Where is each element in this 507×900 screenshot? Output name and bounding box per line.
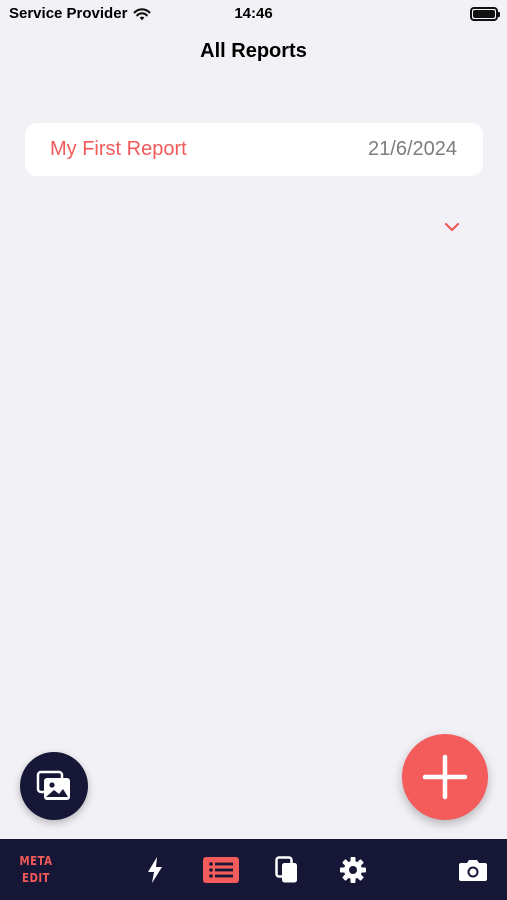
tab-settings[interactable]: [336, 839, 370, 900]
tab-quick-actions[interactable]: [137, 839, 173, 900]
gallery-button[interactable]: [20, 752, 88, 820]
report-list-item[interactable]: My First Report 21/6/2024: [25, 123, 483, 176]
status-time: 14:46: [234, 5, 273, 22]
logo-line-1: META: [19, 854, 53, 868]
photo-gallery-icon: [36, 770, 70, 800]
chevron-down-icon[interactable]: [442, 219, 462, 235]
tab-copy[interactable]: [270, 839, 304, 900]
battery-icon: [470, 7, 500, 21]
status-bar: Service Provider 14:46: [0, 0, 507, 28]
list-icon: [203, 856, 239, 883]
bottom-tab-bar: META EDIT: [0, 839, 507, 900]
camera-icon: [459, 859, 487, 881]
add-report-button[interactable]: [402, 734, 488, 820]
battery-level: [473, 10, 495, 18]
tab-reports-list[interactable]: [202, 839, 240, 900]
copy-icon: [275, 855, 297, 882]
report-name: My First Report: [50, 138, 187, 160]
logo-line-2: EDIT: [22, 871, 50, 885]
page-title: All Reports: [200, 40, 307, 62]
tab-camera[interactable]: [456, 839, 490, 900]
plus-icon: [422, 754, 468, 800]
report-date: 21/6/2024: [368, 138, 457, 160]
gear-icon: [340, 856, 366, 883]
lightning-icon: [148, 856, 162, 883]
meta-edit-logo: META EDIT: [17, 853, 54, 887]
